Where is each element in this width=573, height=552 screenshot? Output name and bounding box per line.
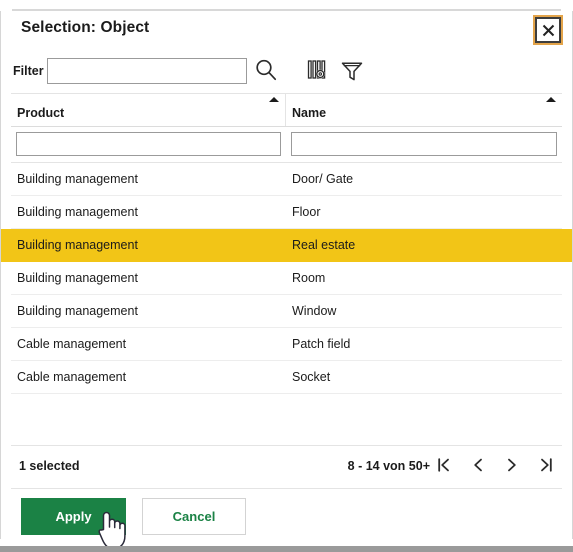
search-button[interactable] [251, 57, 281, 87]
columns-settings-icon [306, 58, 330, 87]
column-filter-row [11, 127, 562, 161]
cell-product: Building management [17, 172, 138, 186]
dialog-actions: Apply Cancel [1, 496, 572, 542]
table-row[interactable]: Building management Real estate [1, 229, 572, 262]
cell-name: Room [292, 271, 326, 285]
column-header-name[interactable]: Name [286, 94, 562, 126]
cell-product: Building management [17, 238, 138, 252]
column-header-product-label: Product [17, 106, 65, 120]
selection-object-dialog: Selection: Object Filter Product Name Bu… [0, 0, 573, 552]
first-page-button[interactable] [432, 453, 456, 477]
selected-count-label: 1 selected [19, 459, 80, 473]
cell-product: Building management [17, 271, 138, 285]
dialog-titlebar: Selection: Object [1, 11, 572, 49]
close-icon [542, 24, 555, 37]
column-header-name-label: Name [292, 106, 327, 120]
page-title: Selection: Object [21, 19, 150, 36]
cell-name: Floor [292, 205, 321, 219]
column-filter-input-product[interactable] [16, 132, 281, 156]
cell-product: Cable management [17, 370, 127, 384]
cell-name: Real estate [292, 238, 356, 252]
results-table: Product Name Building management Door/ Ga [1, 93, 572, 445]
dialog-body: Selection: Object Filter Product Name Bu… [0, 11, 573, 539]
sort-ascending-icon [546, 97, 556, 102]
column-header-product[interactable]: Product [11, 94, 286, 126]
search-icon [254, 58, 278, 87]
filter-label: Filter [13, 64, 44, 78]
cell-name: Socket [292, 370, 331, 384]
table-header-row: Product Name [11, 94, 562, 126]
column-filter-cell-name [286, 132, 562, 156]
table-row[interactable]: Building management Floor [11, 196, 562, 229]
table-row[interactable]: Building management Door/ Gate [11, 163, 562, 196]
filter-funnel-icon [340, 59, 364, 88]
column-settings-button[interactable] [304, 58, 332, 86]
footer-separator-bottom [11, 488, 562, 489]
table-footer: 1 selected 8 - 14 von 50+ [1, 446, 572, 486]
table-row[interactable]: Cable management Socket [11, 361, 562, 394]
table-row[interactable]: Cable management Patch field [11, 328, 562, 361]
filter-funnel-button[interactable] [338, 59, 366, 87]
filter-toolbar: Filter [1, 55, 572, 93]
cell-name: Door/ Gate [292, 172, 354, 186]
page-range-label: 8 - 14 von 50+ [347, 459, 430, 473]
filter-input[interactable] [47, 58, 247, 84]
pagination-controls [432, 453, 558, 477]
close-button[interactable] [533, 15, 563, 45]
table-body: Building management Door/ Gate Building ma… [1, 163, 572, 394]
cell-product: Cable management [17, 337, 127, 351]
last-page-button[interactable] [534, 453, 558, 477]
previous-page-button[interactable] [466, 453, 490, 477]
window-bottom-strip [0, 546, 573, 552]
apply-button[interactable]: Apply [21, 498, 126, 535]
sort-ascending-icon [269, 97, 279, 102]
cell-product: Building management [17, 304, 138, 318]
table-row[interactable]: Building management Window [11, 295, 562, 328]
column-filter-input-name[interactable] [291, 132, 557, 156]
cell-name: Window [292, 304, 337, 318]
cell-name: Patch field [292, 337, 351, 351]
table-row[interactable]: Building management Room [11, 262, 562, 295]
cancel-button[interactable]: Cancel [142, 498, 246, 535]
next-page-button[interactable] [500, 453, 524, 477]
cell-product: Building management [17, 205, 138, 219]
column-filter-cell-product [11, 132, 286, 156]
